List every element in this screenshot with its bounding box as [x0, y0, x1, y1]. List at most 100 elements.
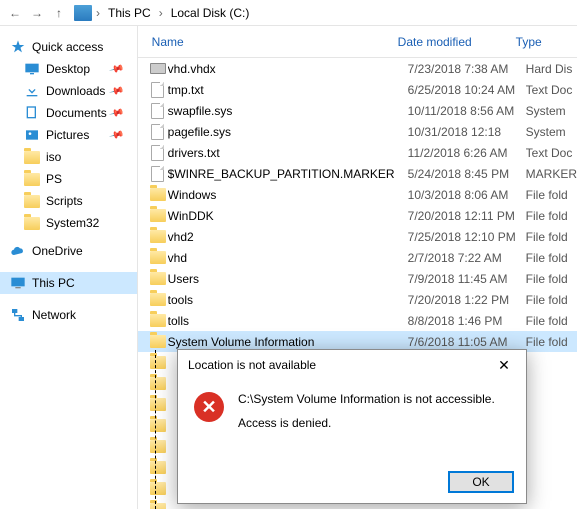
desktop-icon [24, 61, 40, 77]
folder-icon [150, 209, 166, 222]
ok-button[interactable]: OK [448, 471, 514, 493]
file-row[interactable]: Windows10/3/2018 8:06 AMFile fold [138, 184, 577, 205]
file-type: Text Doc [526, 146, 577, 160]
nav-label: Downloads [46, 84, 105, 98]
file-icon [151, 82, 164, 98]
file-row[interactable]: tolls8/8/2018 1:46 PMFile fold [138, 310, 577, 331]
file-date: 5/24/2018 8:45 PM [408, 167, 526, 181]
nav-thispc[interactable]: This PC [0, 272, 137, 294]
nav-pane: Quick access Desktop📌 Downloads📌 Documen… [0, 26, 138, 509]
file-type: File fold [526, 440, 577, 454]
file-icon [151, 166, 164, 182]
file-row[interactable]: vhd2/7/2018 7:22 AMFile fold [138, 247, 577, 268]
col-date[interactable]: Date modified [398, 35, 516, 49]
nav-label: Scripts [46, 194, 83, 208]
file-name: drivers.txt [168, 146, 408, 160]
folder-icon [150, 188, 166, 201]
file-icon [151, 103, 164, 119]
file-name: swapfile.sys [168, 104, 408, 118]
file-type: File fold [526, 272, 577, 286]
file-type: File fold [526, 314, 577, 328]
nav-quick-access[interactable]: Quick access [0, 36, 137, 58]
hdd-icon [150, 63, 166, 74]
folder-icon [150, 398, 166, 411]
pin-icon: 📌 [108, 61, 124, 77]
nav-back-icon[interactable]: ← [4, 2, 26, 24]
nav-downloads[interactable]: Downloads📌 [0, 80, 137, 102]
breadcrumb[interactable]: › This PC › Local Disk (C:) [74, 4, 253, 22]
breadcrumb-drive[interactable]: Local Disk (C:) [167, 4, 254, 22]
file-type: File fold [526, 482, 577, 496]
nav-onedrive[interactable]: OneDrive [0, 240, 137, 262]
nav-iso[interactable]: iso [0, 146, 137, 168]
nav-label: Pictures [46, 128, 89, 142]
file-row[interactable]: pagefile.sys10/31/2018 12:18System [138, 121, 577, 142]
chevron-right-icon: › [157, 6, 165, 20]
folder-icon [150, 335, 166, 348]
error-dialog: Location is not available ✕ ✕ C:\System … [177, 349, 527, 504]
folder-icon [150, 377, 166, 390]
nav-label: Documents [46, 106, 107, 120]
nav-label: OneDrive [32, 244, 83, 258]
close-icon[interactable]: ✕ [490, 354, 518, 376]
network-icon [10, 307, 26, 323]
file-type: File fold [526, 377, 577, 391]
file-row[interactable]: tools7/20/2018 1:22 PMFile fold [138, 289, 577, 310]
cloud-icon [10, 243, 26, 259]
file-type: File fold [526, 293, 577, 307]
pin-icon: 📌 [108, 127, 124, 143]
file-row[interactable]: vhd.vhdx7/23/2018 7:38 AMHard Dis [138, 58, 577, 79]
file-row[interactable]: Users7/9/2018 11:45 AMFile fold [138, 268, 577, 289]
file-type: System [526, 125, 577, 139]
folder-icon [150, 461, 166, 474]
nav-up-icon[interactable]: ↑ [48, 2, 70, 24]
nav-scripts[interactable]: Scripts [0, 190, 137, 212]
col-name[interactable]: Name [138, 35, 398, 49]
folder-icon [24, 217, 40, 230]
folder-icon [24, 195, 40, 208]
chevron-right-icon: › [94, 6, 102, 20]
file-date: 11/2/2018 6:26 AM [408, 146, 526, 160]
file-type: File fold [526, 188, 577, 202]
column-headers[interactable]: Name Date modified Type [138, 26, 577, 58]
pc-icon [10, 275, 26, 291]
dialog-title: Location is not available [188, 358, 316, 372]
col-type[interactable]: Type [516, 35, 577, 49]
file-row[interactable]: tmp.txt6/25/2018 10:24 AMText Doc [138, 79, 577, 100]
file-row[interactable]: vhd27/25/2018 12:10 PMFile fold [138, 226, 577, 247]
folder-icon [150, 314, 166, 327]
file-row[interactable]: WinDDK7/20/2018 12:11 PMFile fold [138, 205, 577, 226]
file-date: 6/25/2018 10:24 AM [408, 83, 526, 97]
nav-system32[interactable]: System32 [0, 212, 137, 234]
file-name: vhd2 [168, 230, 408, 244]
pin-icon: 📌 [108, 83, 124, 99]
nav-documents[interactable]: Documents📌 [0, 102, 137, 124]
file-type: MARKER [526, 167, 577, 181]
file-name: vhd.vhdx [168, 62, 408, 76]
file-row[interactable]: $WINRE_BACKUP_PARTITION.MARKER5/24/2018 … [138, 163, 577, 184]
nav-network[interactable]: Network [0, 304, 137, 326]
nav-desktop[interactable]: Desktop📌 [0, 58, 137, 80]
breadcrumb-thispc[interactable]: This PC [104, 4, 155, 22]
file-icon [151, 124, 164, 140]
file-name: Users [168, 272, 408, 286]
pictures-icon [24, 127, 40, 143]
file-row[interactable]: swapfile.sys10/11/2018 8:56 AMSystem [138, 100, 577, 121]
file-type: File fold [526, 461, 577, 475]
download-icon [24, 83, 40, 99]
nav-pictures[interactable]: Pictures 📌 [0, 124, 137, 146]
file-type: File fold [526, 209, 577, 223]
nav-ps[interactable]: PS [0, 168, 137, 190]
file-type: Hard Dis [526, 62, 577, 76]
file-name: tmp.txt [168, 83, 408, 97]
file-name: $WINRE_BACKUP_PARTITION.MARKER [168, 167, 408, 181]
file-type: Text Doc [526, 83, 577, 97]
nav-fwd-icon[interactable]: → [26, 2, 48, 24]
file-date: 10/31/2018 12:18 [408, 125, 526, 139]
file-row[interactable]: drivers.txt11/2/2018 6:26 AMText Doc [138, 142, 577, 163]
file-type: File fold [526, 503, 577, 509]
file-type: File fold [526, 335, 577, 349]
folder-icon [24, 173, 40, 186]
documents-icon [24, 105, 40, 121]
file-icon [151, 145, 164, 161]
